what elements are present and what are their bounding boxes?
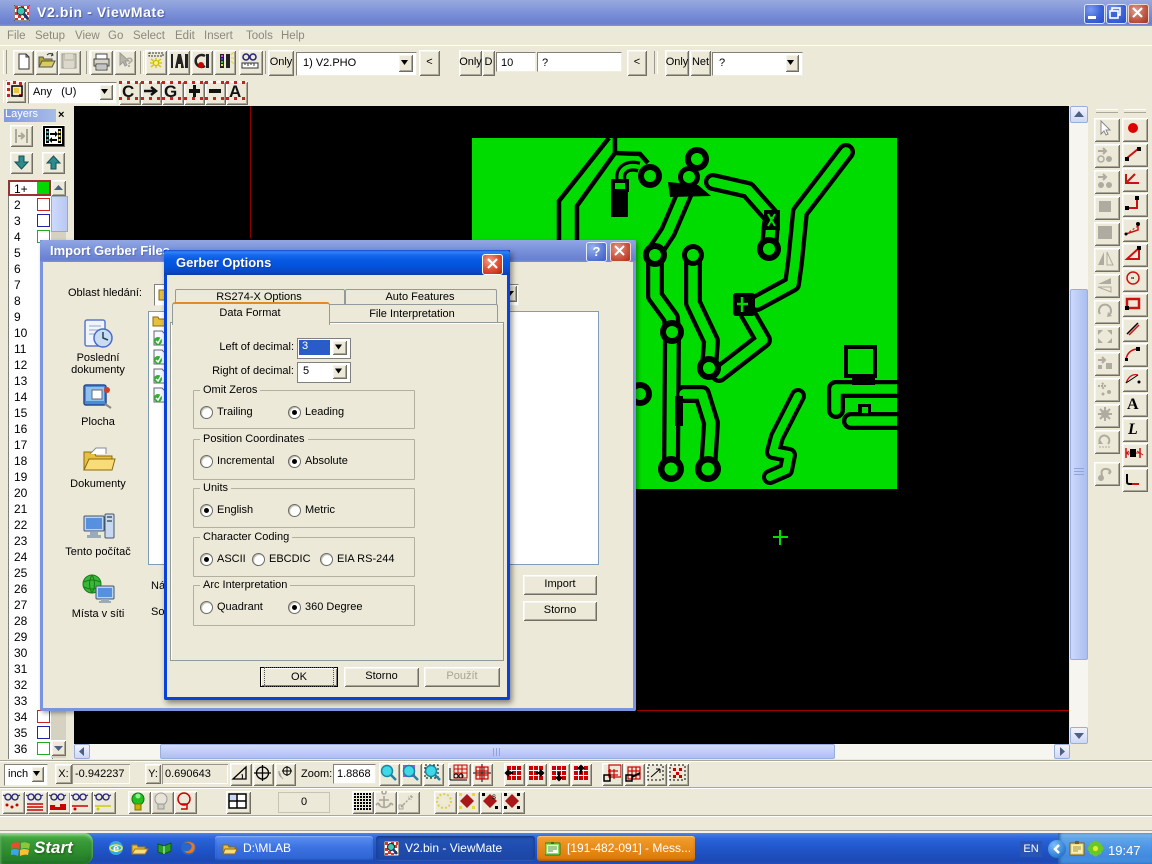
svg-text:e: e [113,843,119,855]
svg-text:A: A [229,82,241,101]
svg-text:s: s [492,792,496,801]
svg-text:L: L [1127,421,1138,438]
svg-text:C: C [122,82,134,101]
svg-text:?: ? [125,54,134,70]
svg-text:A: A [1127,396,1139,413]
svg-text:G: G [164,82,177,101]
